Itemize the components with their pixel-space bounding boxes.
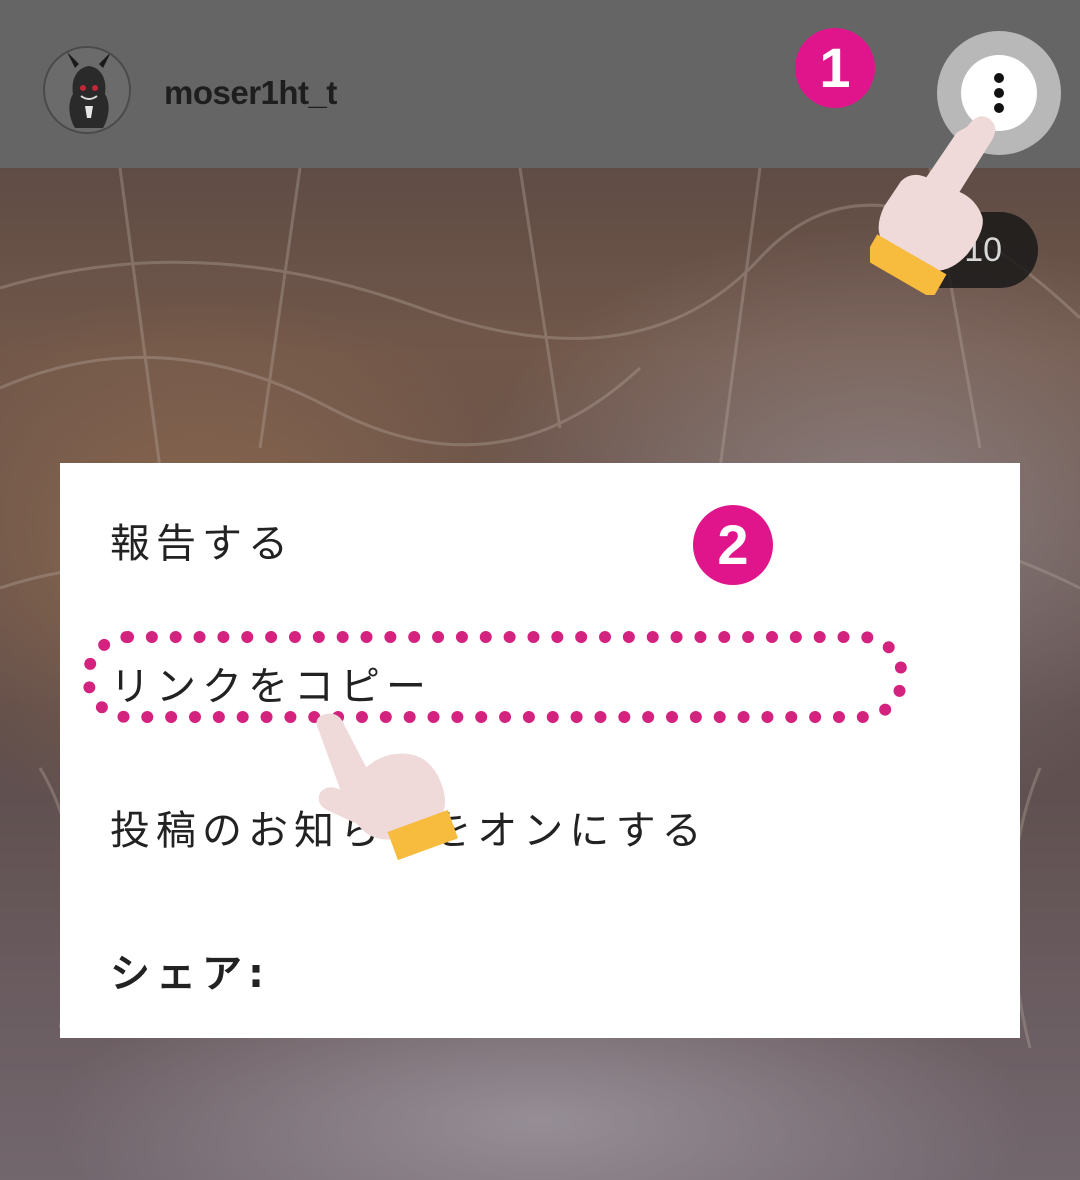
avatar[interactable] xyxy=(43,46,131,134)
pointing-hand-icon xyxy=(870,116,996,295)
menu-item-report[interactable]: 報告する xyxy=(110,511,294,569)
options-menu: 報告する リンクをコピー 投稿のお知らせをオンにする シェア: xyxy=(60,463,1020,1038)
avatar-character-icon xyxy=(45,48,129,132)
username[interactable]: moser1ht_t xyxy=(164,74,337,112)
pointing-hand-icon xyxy=(316,713,459,861)
copy-link-highlight xyxy=(82,631,908,723)
step-1-badge: 1 xyxy=(795,28,875,108)
step-2-badge: 2 xyxy=(693,505,773,585)
menu-item-share: シェア: xyxy=(110,951,270,997)
